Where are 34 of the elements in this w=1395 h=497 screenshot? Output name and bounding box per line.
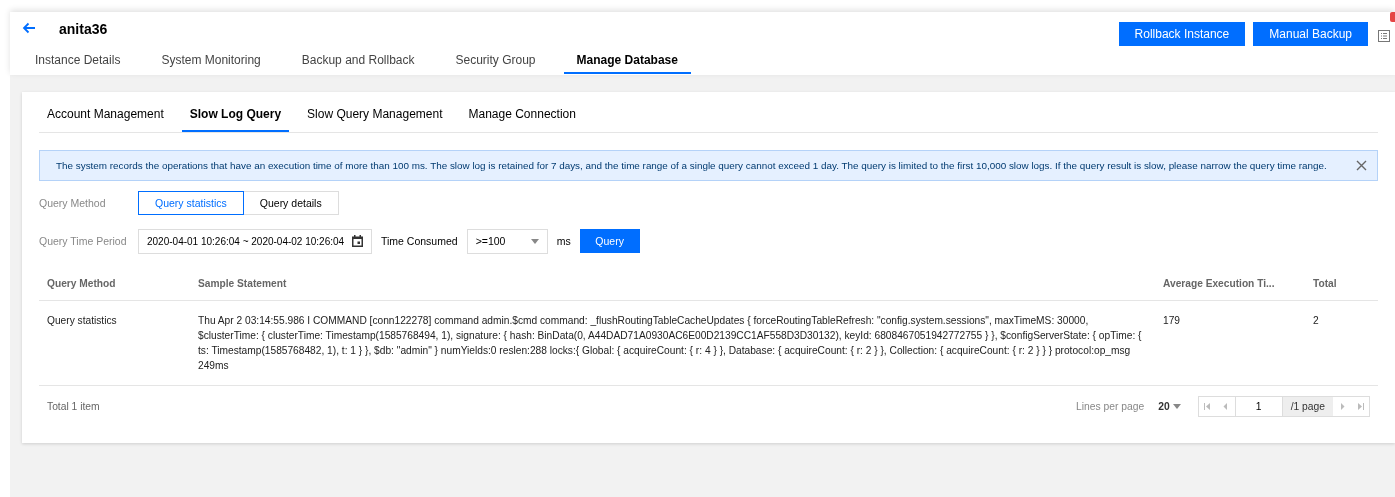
query-method-option[interactable]: Query statistics <box>138 191 244 215</box>
nav-tab[interactable]: System Monitoring <box>148 51 274 74</box>
sub-tab[interactable]: Account Management <box>39 107 172 132</box>
instance-title: anita36 <box>59 21 108 37</box>
field-label: Time Consumed <box>381 235 458 247</box>
column-header: Total <box>1305 267 1378 301</box>
lines-per-page-label: Lines per page <box>1076 400 1145 412</box>
table-cell: 2 <box>1305 300 1378 386</box>
nav-tab[interactable]: Instance Details <box>22 51 134 74</box>
page-input[interactable]: 1 <box>1234 396 1283 416</box>
table-cell: 179 <box>1155 300 1305 386</box>
page-size-select[interactable]: 20 <box>1158 400 1170 412</box>
nav-tab[interactable]: Security Group <box>442 51 549 74</box>
notice-text: The system records the operations that have an execution time of more than 100 ms. The slow log is retained for 7 days, and the time range of a single query cannot exceed 1 day. The query is limited to the first 10,000 slow logs. If the query result is slow, please narrow the query time range. <box>56 160 1328 171</box>
page-total: /1 page <box>1282 396 1333 416</box>
column-header: Sample Statement <box>190 267 1155 301</box>
field-label: Query Time Period <box>39 235 128 247</box>
query-button[interactable]: Query <box>579 229 640 253</box>
total-count: Total 1 item <box>47 400 101 412</box>
table-cell: Thu Apr 2 03:14:55.986 I COMMAND [conn122278] command admin.$cmd command: _flushRoutingTableCacheUpdates { forceRoutingTableRefresh: "config.system.sessions", maxTimeMS: 30000, $clusterTime: { clusterTime: Timestamp(1585768494, 1), signature: { hash: BinData(0, A44DAD71A0930AC6E00D2139CC1AF558D3D30132), keyId: 6808467051942772755 } }, $configServerState: { opTime: { ts: Timestamp(1585768482, 1), t: 1 } }, $db: "admin" } numYields:0 reslen:288 locks:{ Global: { acquireCount: { r: 4 } }, Database: { acquireCount: { r: 2 } }, Collection: { acquireCount: { r: 2 } } } protocol:op_msg 249ms <box>190 300 1155 386</box>
time-consumed-select[interactable]: >=100 <box>466 228 548 254</box>
unit-label: ms <box>556 235 571 247</box>
header-button[interactable]: Rollback Instance <box>1118 22 1246 46</box>
sub-tab[interactable]: Manage Connection <box>460 107 584 132</box>
sub-tab[interactable]: Slow Query Management <box>299 107 451 132</box>
date-range-field[interactable]: 2020-04-01 10:26:04 ~ 2020-04-02 10:26:04 <box>138 228 372 254</box>
column-header: Query Method <box>39 267 190 301</box>
column-header: Average Execution Ti... <box>1155 267 1305 301</box>
query-method-option[interactable]: Query details <box>242 191 339 215</box>
header-button[interactable]: Manual Backup <box>1253 22 1368 46</box>
nav-tab[interactable]: Backup and Rollback <box>288 51 428 74</box>
field-label: Query Method <box>39 197 107 209</box>
sub-tab[interactable]: Slow Log Query <box>181 107 290 132</box>
table-cell: Query statistics <box>39 300 190 386</box>
